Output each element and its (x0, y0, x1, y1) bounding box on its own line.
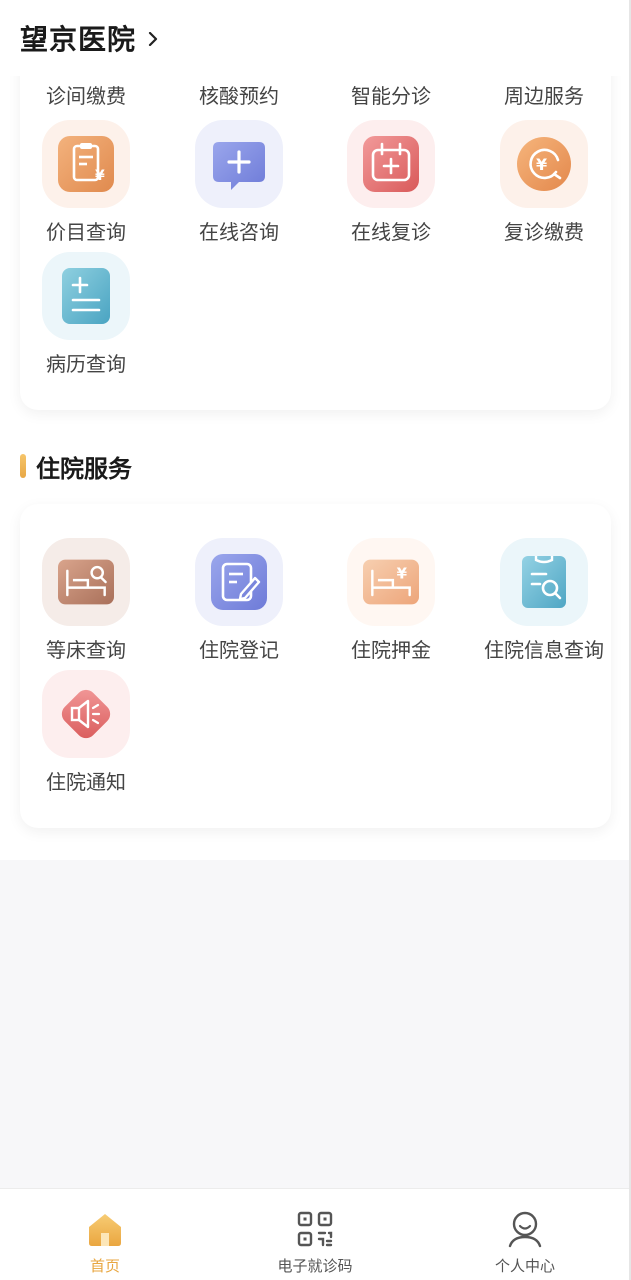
user-icon (508, 1211, 542, 1248)
qr-code-icon (297, 1211, 333, 1247)
service-item-admission-register[interactable]: 住院登记 (163, 538, 315, 663)
service-item-deposit[interactable]: ¥ 住院押金 (315, 538, 467, 663)
inpatient-services-card: 等床查询 住院登记 ¥ 住院押金 住院信息查询 住院通知 (20, 504, 611, 828)
tab-e-visit-code[interactable]: 电子就诊码 (210, 1189, 420, 1280)
service-label: 住院押金 (351, 638, 431, 662)
tab-label: 电子就诊码 (277, 1257, 353, 1275)
service-label: 住院通知 (46, 770, 126, 794)
service-item-admission-notice[interactable]: 住院通知 (10, 670, 162, 795)
service-label: 复诊缴费 (504, 220, 584, 244)
tab-profile[interactable]: 个人中心 (420, 1189, 630, 1280)
service-label: 在线咨询 (199, 220, 279, 244)
service-item-revisit-payment[interactable]: ¥ 复诊缴费 (468, 120, 620, 245)
service-item-smart-triage[interactable]: 智能分诊 (315, 80, 467, 109)
service-label: 核酸预约 (199, 84, 279, 108)
price-list-icon: ¥ (58, 136, 114, 192)
empty-background-area (0, 860, 631, 1188)
service-label: 周边服务 (504, 84, 584, 108)
tab-home[interactable]: 首页 (0, 1189, 210, 1280)
service-label: 价目查询 (46, 220, 126, 244)
service-label: 诊间缴费 (46, 84, 126, 108)
service-item-medical-record[interactable]: 病历查询 (10, 252, 162, 377)
service-label: 住院登记 (199, 638, 279, 662)
service-item-inpatient-info[interactable]: 住院信息查询 (468, 538, 620, 663)
medical-record-icon (62, 268, 110, 324)
service-label: 智能分诊 (351, 84, 431, 108)
service-item-pay-clinic[interactable]: 诊间缴费 (10, 80, 162, 109)
service-item-nearby[interactable]: 周边服务 (468, 80, 620, 109)
service-label: 病历查询 (46, 352, 126, 376)
service-item-price-query[interactable]: ¥ 价目查询 (10, 120, 162, 245)
service-item-online-revisit[interactable]: 在线复诊 (315, 120, 467, 245)
svg-text:¥: ¥ (95, 168, 105, 184)
chat-plus-icon (213, 142, 265, 190)
section-title-inpatient: 住院服务 (20, 448, 132, 484)
tab-label: 个人中心 (494, 1257, 555, 1275)
bed-yuan-icon: ¥ (363, 559, 419, 605)
service-label: 等床查询 (46, 638, 126, 662)
clipboard-search-icon (522, 556, 566, 608)
calendar-plus-icon (363, 136, 419, 192)
app-header: 望京医院 (0, 0, 631, 76)
svg-text:¥: ¥ (397, 564, 408, 582)
service-item-online-consult[interactable]: 在线咨询 (163, 120, 315, 245)
register-edit-icon (211, 554, 267, 610)
bed-search-icon (58, 559, 114, 605)
service-item-nucleic-appointment[interactable]: 核酸预约 (163, 80, 315, 109)
tab-label: 首页 (89, 1257, 120, 1275)
outpatient-services-card: 诊间缴费 核酸预约 智能分诊 周边服务 ¥ 价目查询 在线咨询 在线复诊 ¥ 复… (20, 40, 611, 410)
section-accent-bar (20, 454, 26, 478)
service-label: 住院信息查询 (484, 638, 604, 662)
home-icon (89, 1214, 121, 1246)
speaker-icon (61, 689, 111, 739)
yuan-refresh-icon: ¥ (517, 137, 571, 191)
chevron-right-icon[interactable] (146, 32, 160, 46)
bottom-tab-bar: 首页 电子就诊码 个人中心 (0, 1188, 631, 1280)
section-title-text: 住院服务 (36, 454, 132, 483)
service-label: 在线复诊 (351, 220, 431, 244)
hospital-title[interactable]: 望京医院 (20, 18, 136, 58)
svg-text:¥: ¥ (536, 155, 547, 174)
service-item-bed-waiting[interactable]: 等床查询 (10, 538, 162, 663)
